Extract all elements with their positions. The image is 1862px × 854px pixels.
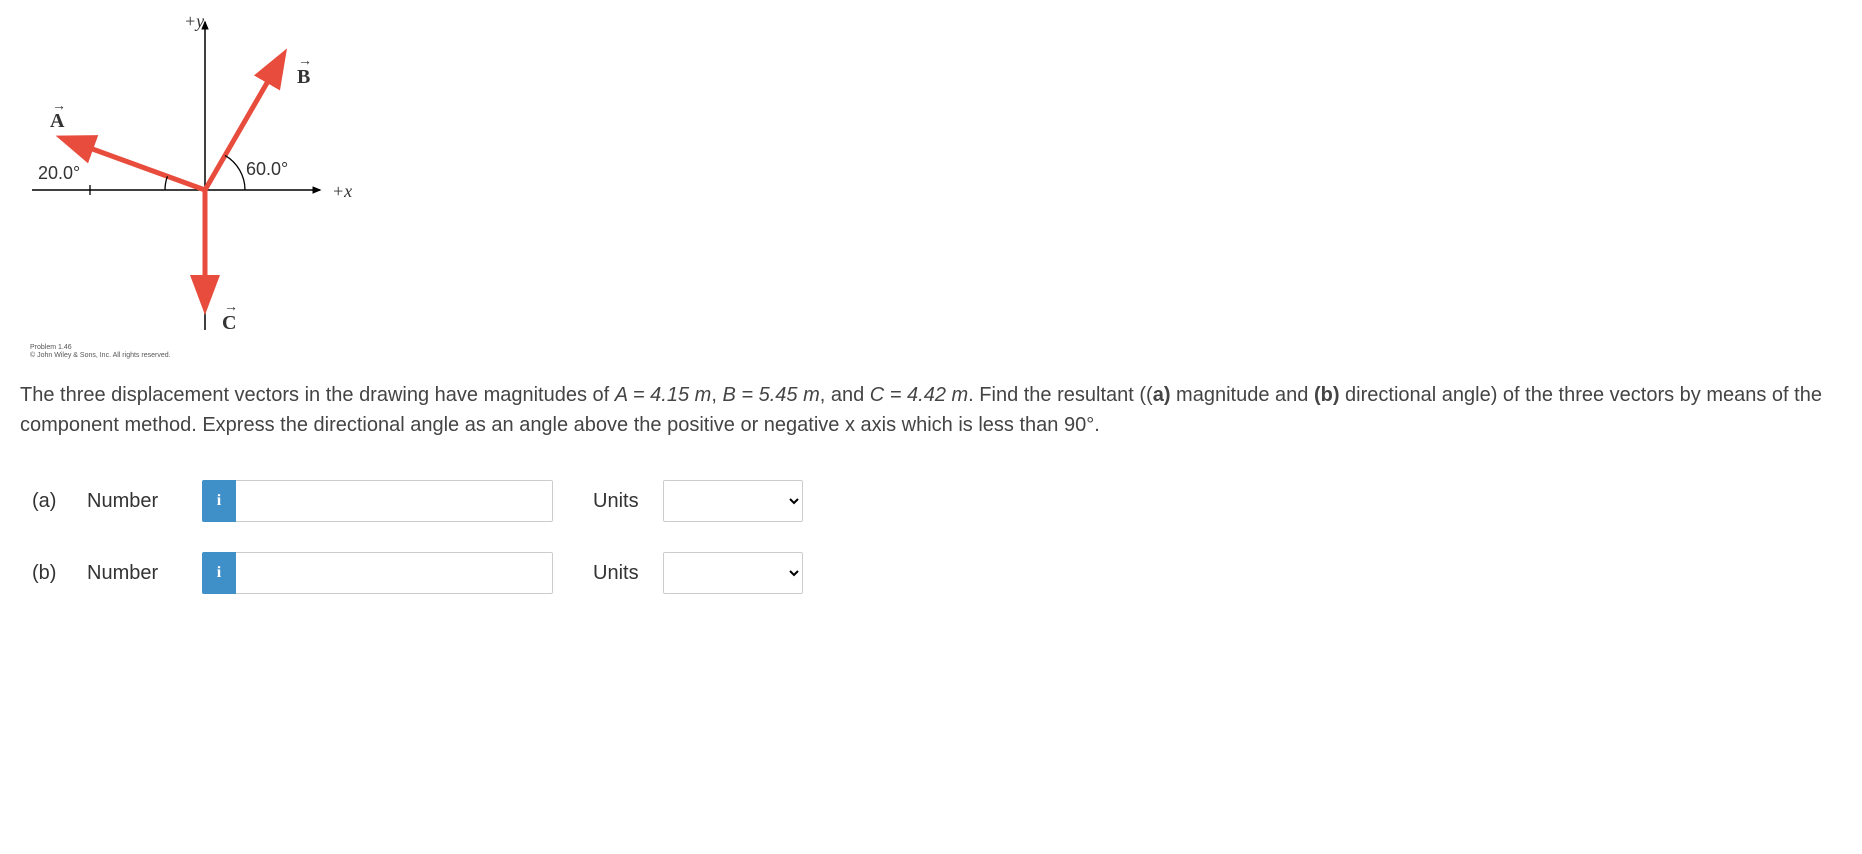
units-select-a[interactable]: [663, 480, 803, 522]
p-txt-5: magnitude and: [1171, 384, 1314, 406]
number-label-a: Number: [87, 486, 202, 516]
p-bold-a: a): [1153, 384, 1171, 406]
p-txt-4: . Find the resultant ((: [968, 384, 1153, 406]
p-txt-2: ,: [711, 384, 722, 406]
axis-label-plus-x: +x: [332, 178, 352, 205]
info-icon-b[interactable]: i: [202, 552, 236, 594]
part-a-label: (a): [32, 486, 87, 516]
p-A: A = 4.15 m: [615, 384, 712, 406]
copyright-line2: © John Wiley & Sons, Inc. All rights res…: [30, 352, 171, 360]
units-select-b[interactable]: [663, 552, 803, 594]
angle-label-B: 60.0°: [246, 156, 288, 183]
p-txt-1: The three displacement vectors in the dr…: [20, 384, 615, 406]
part-b-label: (b): [32, 558, 87, 588]
vector-diagram: +y +x → A → B → C 20.0° 60.0° Problem 1.…: [20, 10, 360, 360]
angle-label-A: 20.0°: [38, 160, 80, 187]
answer-row-b: (b) Number i Units: [32, 552, 1842, 594]
p-C: C = 4.42 m: [870, 384, 968, 406]
answer-row-a: (a) Number i Units: [32, 480, 1842, 522]
figure-copyright: Problem 1.46 © John Wiley & Sons, Inc. A…: [30, 344, 171, 361]
units-label-a: Units: [593, 486, 639, 516]
vector-label-B: B: [297, 62, 310, 92]
p-B: B = 5.45 m: [722, 384, 819, 406]
number-input-a[interactable]: [236, 480, 553, 522]
info-icon-a[interactable]: i: [202, 480, 236, 522]
vector-label-A: A: [50, 106, 64, 136]
answer-area: (a) Number i Units (b) Number i Units: [20, 480, 1842, 594]
vector-label-C: C: [222, 308, 236, 338]
problem-statement: The three displacement vectors in the dr…: [20, 380, 1840, 440]
number-label-b: Number: [87, 558, 202, 588]
units-label-b: Units: [593, 558, 639, 588]
p-txt-3: , and: [820, 384, 870, 406]
number-input-b[interactable]: [236, 552, 553, 594]
p-bold-b: (b): [1314, 384, 1340, 406]
axis-label-plus-y: +y: [184, 8, 204, 35]
